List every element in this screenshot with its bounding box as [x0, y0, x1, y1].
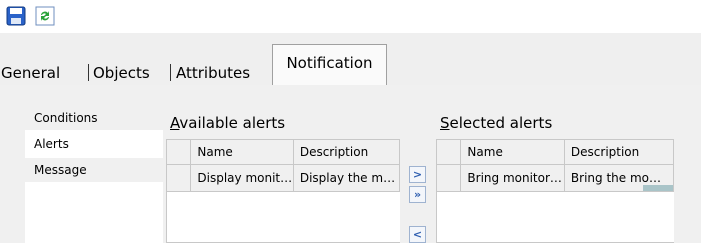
available-alerts-grid: Name Description Display monit… Display …: [166, 139, 400, 243]
row-selection-marker: [643, 185, 673, 191]
remove-alert-button[interactable]: <: [409, 226, 426, 243]
refresh-icon: [35, 6, 55, 26]
alert-description-cell: Display the m…: [294, 165, 400, 191]
tab-objects[interactable]: Objects: [93, 63, 150, 82]
tab-notification-label: Notification: [286, 53, 373, 72]
toolbar: [0, 0, 701, 33]
grid-header: Name Description: [437, 140, 674, 165]
alert-name-cell: Bring monitor…: [461, 165, 565, 191]
row-header-corner: [437, 140, 462, 164]
list-item-message[interactable]: Message: [25, 158, 163, 182]
column-header-name[interactable]: Name: [191, 140, 294, 164]
tab-divider: [170, 64, 171, 81]
row-header: [437, 165, 462, 191]
grid-header: Name Description: [167, 140, 400, 165]
selected-alerts-title: Selected alerts: [440, 114, 553, 132]
add-alert-button[interactable]: >: [409, 166, 426, 183]
selected-alerts-grid: Name Description Bring monitor… Bring th…: [436, 139, 674, 243]
add-all-alerts-button[interactable]: »: [409, 186, 426, 203]
table-row[interactable]: Bring monitor… Bring the mo…: [437, 165, 674, 192]
list-item-conditions[interactable]: Conditions: [25, 106, 163, 130]
save-icon: [6, 6, 26, 26]
tab-general[interactable]: General: [1, 63, 60, 82]
available-alerts-title: Available alerts: [170, 114, 286, 132]
tab-attributes[interactable]: Attributes: [176, 63, 250, 82]
save-button[interactable]: [5, 5, 27, 27]
section-list: Conditions Alerts Message: [25, 106, 163, 243]
row-header-corner: [167, 140, 192, 164]
tab-notification[interactable]: Notification: [272, 44, 387, 86]
row-header: [167, 165, 192, 191]
refresh-button[interactable]: [34, 5, 56, 27]
alert-description-text: Bring the mo…: [570, 171, 661, 185]
table-row[interactable]: Display monit… Display the m…: [167, 165, 400, 192]
right-margin: [675, 139, 701, 243]
tab-divider: [88, 64, 89, 81]
column-header-description[interactable]: Description: [565, 140, 674, 164]
column-header-name[interactable]: Name: [461, 140, 565, 164]
alert-name-cell: Display monit…: [191, 165, 294, 191]
column-header-description[interactable]: Description: [294, 140, 400, 164]
list-item-alerts[interactable]: Alerts: [25, 132, 163, 156]
